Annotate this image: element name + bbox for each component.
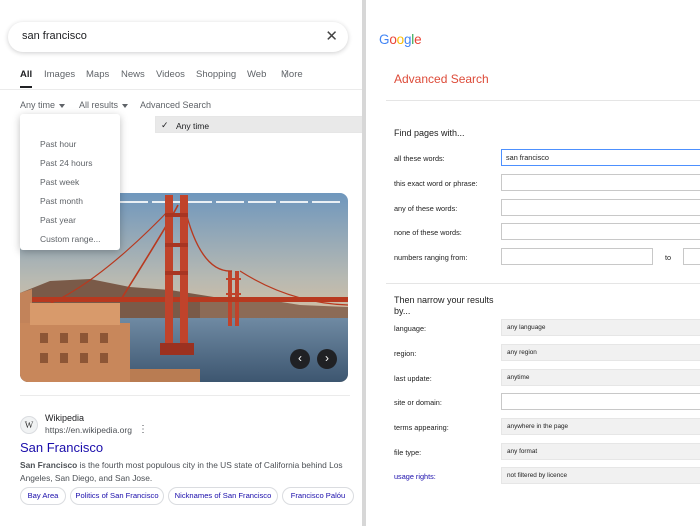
active-tab-indicator bbox=[20, 86, 32, 88]
result-options-icon[interactable]: ⋮ bbox=[138, 424, 148, 435]
carousel-prev-button[interactable]: ‹ bbox=[290, 349, 310, 369]
all-words-input[interactable]: san francisco bbox=[501, 149, 700, 166]
tab-shopping[interactable]: Shopping bbox=[196, 69, 236, 80]
chip-bay-area[interactable]: Bay Area bbox=[20, 487, 66, 505]
any-words-input[interactable] bbox=[501, 199, 700, 216]
advanced-search-panel: Google Advanced Search Find pages with..… bbox=[366, 0, 700, 526]
site-domain-input[interactable] bbox=[501, 393, 700, 410]
tab-news[interactable]: News bbox=[121, 69, 145, 80]
range-to-input[interactable] bbox=[683, 248, 700, 265]
usage-rights-link[interactable]: usage rights: bbox=[394, 472, 436, 481]
tab-maps[interactable]: Maps bbox=[86, 69, 109, 80]
carousel-next-button[interactable]: › bbox=[317, 349, 337, 369]
any-words-label: any of these words: bbox=[394, 204, 458, 213]
wikipedia-favicon-icon: W bbox=[20, 416, 38, 434]
menu-item-past-month[interactable]: Past month bbox=[20, 192, 120, 211]
check-icon: ✓ bbox=[161, 120, 169, 130]
site-domain-label: site or domain: bbox=[394, 398, 442, 407]
exact-phrase-label: this exact word or phrase: bbox=[394, 179, 478, 188]
range-from-input[interactable] bbox=[501, 248, 653, 265]
region-label: region: bbox=[394, 349, 417, 358]
file-type-select[interactable]: any format bbox=[501, 443, 700, 460]
header-divider bbox=[386, 100, 700, 101]
menu-item-any-time[interactable]: ✓ Any time bbox=[155, 116, 362, 133]
result-site-name[interactable]: Wikipedia bbox=[45, 413, 84, 423]
result-divider bbox=[20, 395, 350, 396]
results-filter-button[interactable]: All results bbox=[79, 100, 129, 110]
tab-web[interactable]: Web bbox=[247, 69, 266, 80]
result-url[interactable]: https://en.wikipedia.org bbox=[45, 425, 132, 435]
terms-appearing-label: terms appearing: bbox=[394, 423, 449, 432]
search-results-panel: san francisco ✕ All Images Maps News Vid… bbox=[0, 0, 362, 526]
all-words-label: all these words: bbox=[394, 154, 445, 163]
caret-down-icon bbox=[122, 103, 129, 108]
time-filter-menu: ✓ Any time Past hour Past 24 hours Past … bbox=[20, 114, 362, 250]
language-label: language: bbox=[394, 324, 427, 333]
search-box[interactable]: san francisco ✕ bbox=[8, 22, 348, 52]
range-to-label: to bbox=[665, 253, 672, 262]
menu-item-past-year[interactable]: Past year bbox=[20, 211, 120, 230]
google-logo: Google bbox=[379, 32, 422, 47]
chip-nicknames[interactable]: Nicknames of San Francisco bbox=[168, 487, 278, 505]
menu-item-past-hour[interactable]: Past hour bbox=[20, 135, 120, 154]
result-snippet: San Francisco is the fourth most populou… bbox=[20, 460, 343, 483]
tabs-divider bbox=[0, 89, 362, 90]
find-pages-heading: Find pages with... bbox=[394, 128, 465, 138]
menu-item-past-week[interactable]: Past week bbox=[20, 173, 120, 192]
advanced-search-title: Advanced Search bbox=[394, 72, 489, 86]
tab-all[interactable]: All bbox=[20, 69, 32, 80]
last-update-select[interactable]: anytime bbox=[501, 369, 700, 386]
chip-francisco-palou[interactable]: Francisco Palóu bbox=[282, 487, 354, 505]
section-divider bbox=[386, 283, 700, 284]
none-words-input[interactable] bbox=[501, 223, 700, 240]
menu-item-past-24-hours[interactable]: Past 24 hours bbox=[20, 154, 120, 173]
last-update-label: last update: bbox=[394, 374, 432, 383]
exact-phrase-input[interactable] bbox=[501, 174, 700, 191]
language-select[interactable]: any language bbox=[501, 319, 700, 336]
region-select[interactable]: any region bbox=[501, 344, 700, 361]
time-filter-button[interactable]: Any time bbox=[20, 100, 66, 110]
chevron-left-icon: ‹ bbox=[298, 351, 302, 365]
search-input[interactable]: san francisco bbox=[22, 30, 87, 42]
usage-rights-select[interactable]: not filtered by licence bbox=[501, 467, 700, 484]
none-words-label: none of these words: bbox=[394, 228, 462, 237]
clear-icon[interactable]: ✕ bbox=[325, 27, 338, 45]
terms-appearing-select[interactable]: anywhere in the page bbox=[501, 418, 700, 435]
tab-images[interactable]: Images bbox=[44, 69, 75, 80]
chevron-right-icon: › bbox=[325, 351, 329, 365]
caret-down-icon bbox=[59, 103, 66, 108]
number-range-label: numbers ranging from: bbox=[394, 253, 468, 262]
menu-item-custom-range[interactable]: Custom range... bbox=[20, 230, 120, 249]
chip-politics[interactable]: Politics of San Francisco bbox=[70, 487, 164, 505]
tab-videos[interactable]: Videos bbox=[156, 69, 185, 80]
advanced-search-link[interactable]: Advanced Search bbox=[140, 100, 211, 110]
file-type-label: file type: bbox=[394, 448, 422, 457]
result-title-link[interactable]: San Francisco bbox=[20, 440, 103, 455]
narrow-results-heading: Then narrow your results by... bbox=[394, 295, 494, 316]
